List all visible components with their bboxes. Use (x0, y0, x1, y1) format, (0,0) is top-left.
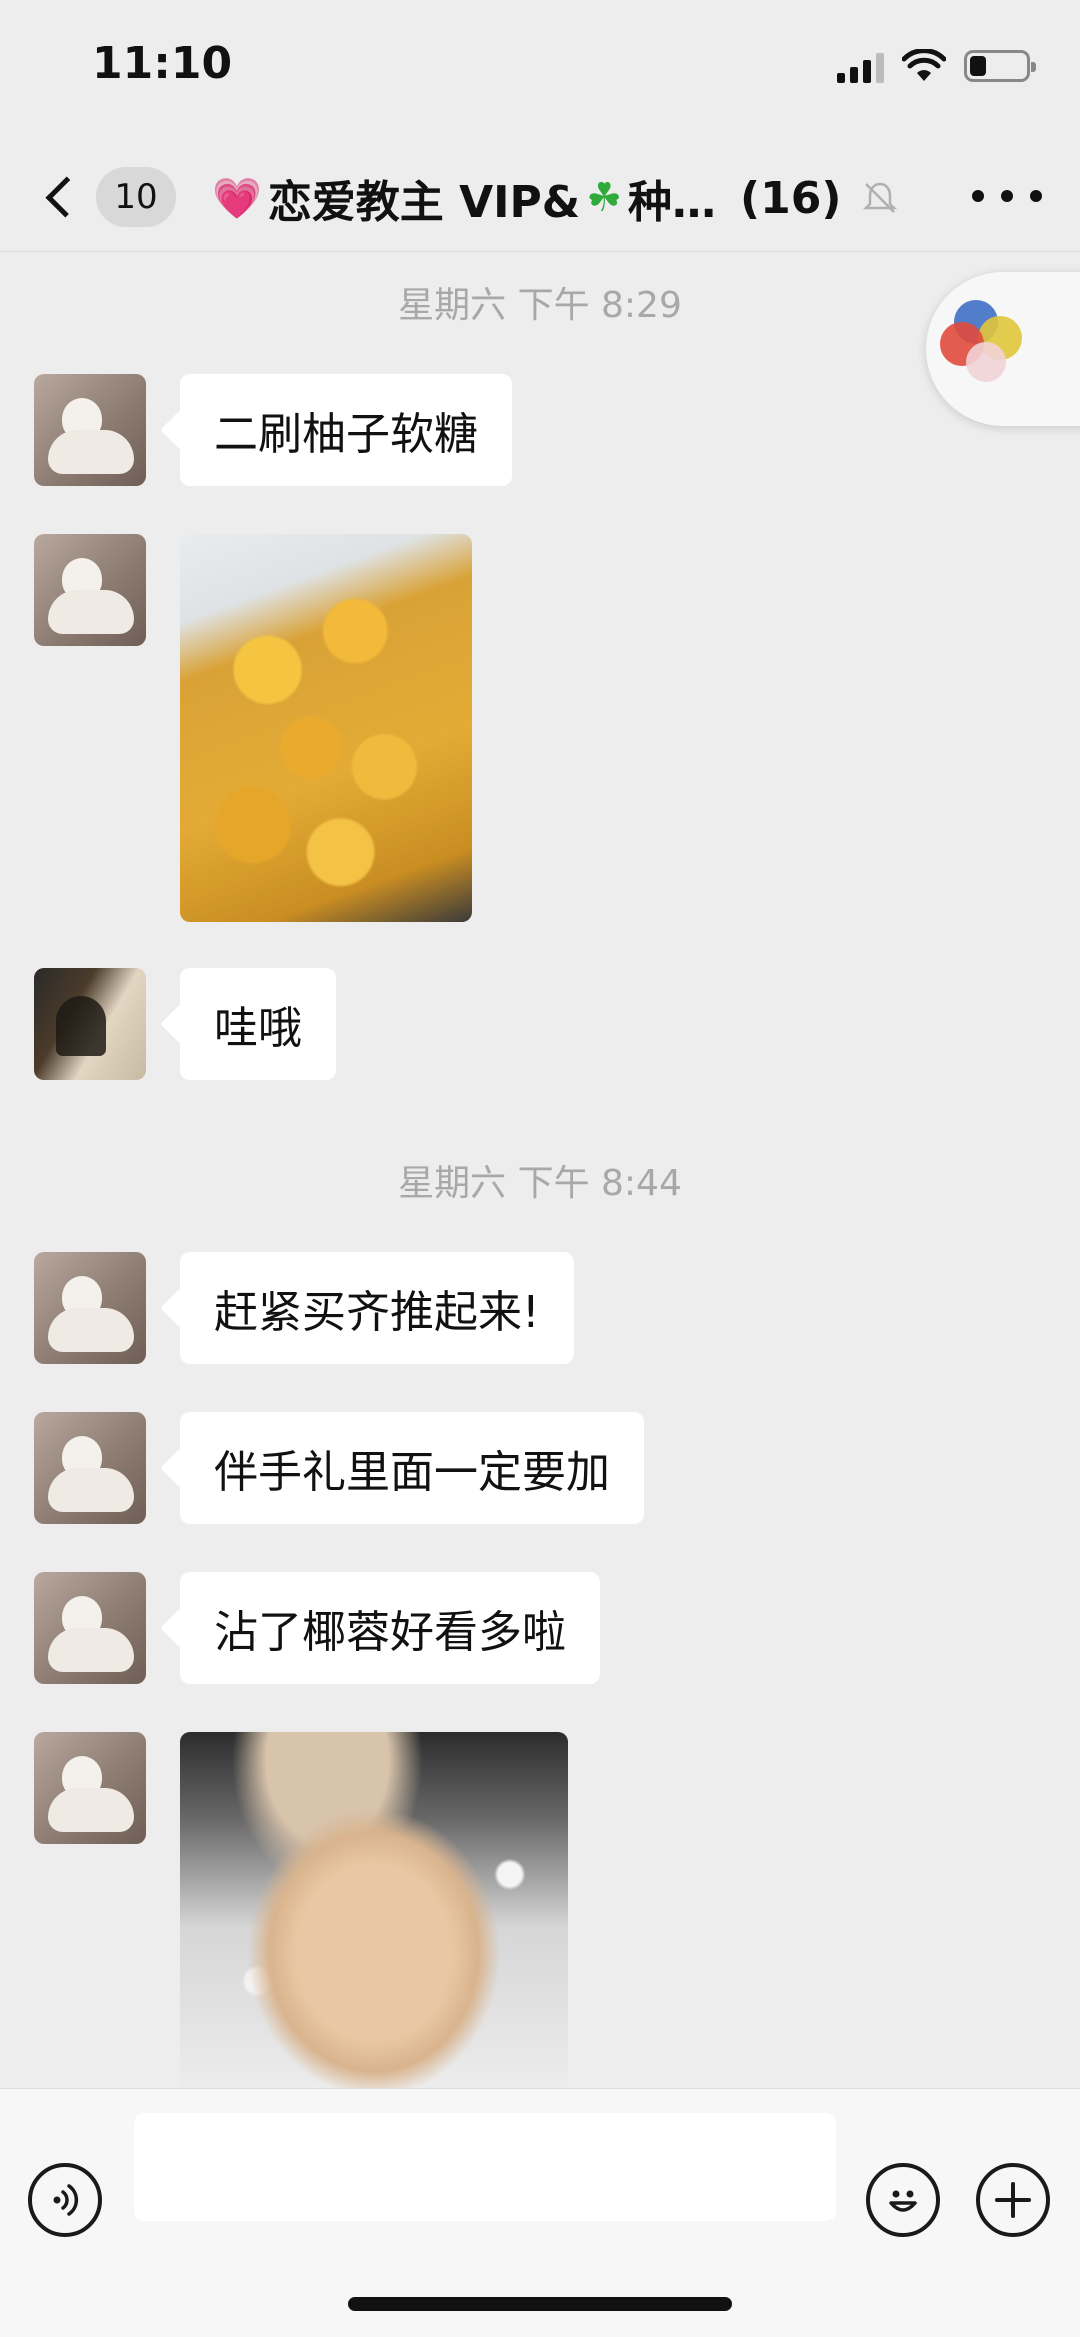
unread-count-badge: 10 (96, 167, 176, 227)
wifi-icon (902, 49, 946, 81)
chat-title-text-1: 恋爱教主 VIP& (267, 177, 581, 228)
message-bubble[interactable]: 哇哦 (180, 968, 336, 1080)
mute-bell-icon (862, 182, 897, 213)
avatar[interactable] (34, 1252, 146, 1364)
voice-icon (53, 2184, 79, 2216)
chat-header: 10 💗 恋爱教主 VIP& ☘ 种… (16) (0, 140, 1080, 252)
status-bar: 11:10 (0, 0, 1080, 140)
clover-emoji-icon: ☘ (586, 175, 623, 221)
message-input[interactable] (134, 2113, 836, 2221)
chat-title[interactable]: 💗 恋爱教主 VIP& ☘ 种… (16) (212, 168, 898, 228)
chat-title-text-2: 种… (628, 177, 717, 228)
status-icons (837, 46, 1036, 86)
timestamp: 星期六 下午 8:29 (398, 285, 682, 326)
avatar[interactable] (34, 1412, 146, 1524)
heart-emoji-icon: 💗 (212, 175, 262, 222)
home-indicator[interactable] (348, 2297, 732, 2311)
yuzu-candy-photo[interactable] (180, 534, 472, 922)
status-time: 11:10 (92, 38, 233, 89)
emoji-icon (889, 2190, 917, 2212)
plus-button[interactable] (976, 2163, 1050, 2237)
message-bubble[interactable]: 伴手礼里面一定要加 (180, 1412, 644, 1524)
member-count: (16) (740, 172, 842, 224)
emoji-button[interactable] (866, 2163, 940, 2237)
message-bubble[interactable]: 二刷柚子软糖 (180, 374, 512, 486)
message-bubble[interactable]: 赶紧买齐推起来! (180, 1252, 574, 1364)
coconut-candy-jar-photo[interactable] (180, 1732, 568, 2088)
more-button[interactable] (972, 176, 1042, 216)
avatar[interactable] (34, 374, 146, 486)
message-bubble[interactable]: 沾了椰蓉好看多啦 (180, 1572, 600, 1684)
avatar[interactable] (34, 1572, 146, 1684)
battery-icon (964, 50, 1036, 82)
avatar[interactable] (34, 1732, 146, 1844)
signal-icon (837, 49, 884, 83)
back-chevron-icon (45, 176, 87, 218)
plus-icon (995, 2182, 1031, 2218)
timestamp: 星期六 下午 8:44 (398, 1163, 682, 1204)
voice-button[interactable] (28, 2163, 102, 2237)
avatar[interactable] (34, 968, 146, 1080)
avatar[interactable] (34, 534, 146, 646)
back-button[interactable]: 10 (36, 162, 176, 232)
